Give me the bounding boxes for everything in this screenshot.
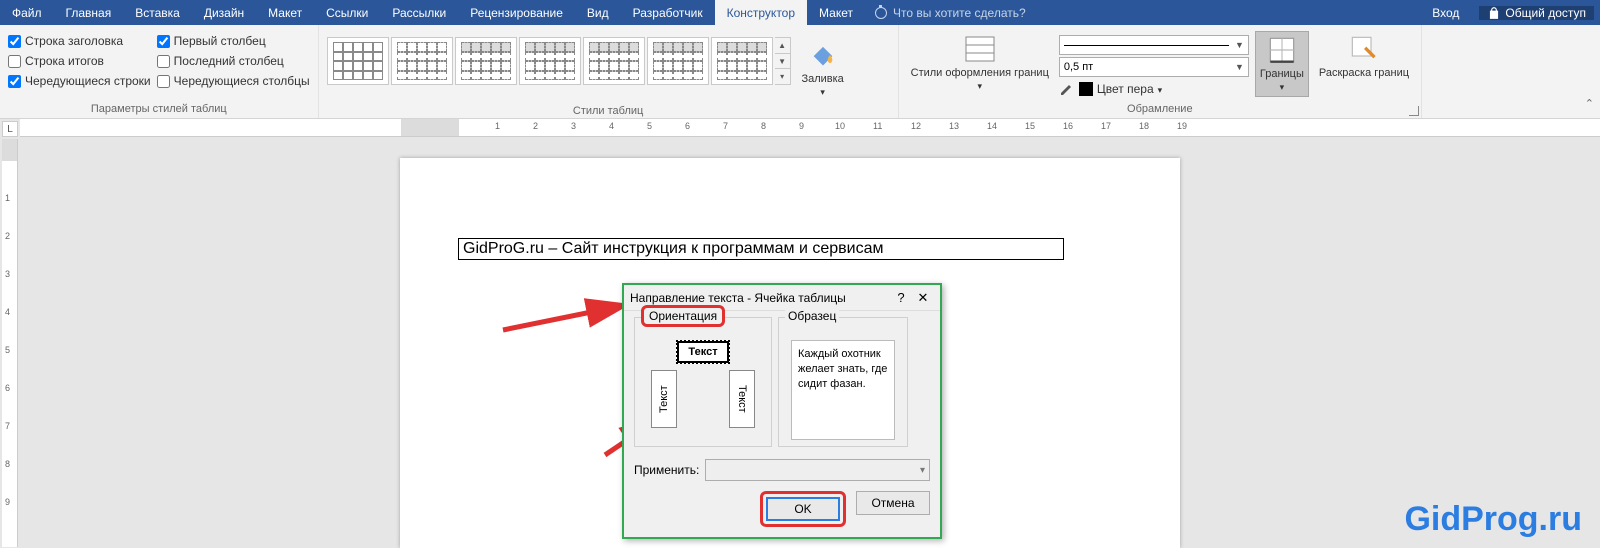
chk-header-row[interactable]: Строка заголовка [8, 31, 151, 51]
line-style-combo[interactable]: ▼ [1059, 35, 1249, 55]
dialog-title: Направление текста - Ячейка таблицы [630, 291, 890, 305]
tell-me-placeholder: Что вы хотите сделать? [893, 6, 1026, 20]
lightbulb-icon [875, 7, 887, 19]
sample-legend: Образец [785, 309, 839, 323]
text-direction-dialog: Направление текста - Ячейка таблицы ? ✕ … [622, 283, 942, 539]
group-table-styles: ▲▼▾ Заливка Стили таблиц [319, 25, 899, 118]
group-label-styles: Стили таблиц [327, 103, 890, 120]
orientation-vertical-up[interactable]: Текст [651, 370, 677, 428]
tab-layout-1[interactable]: Макет [256, 0, 314, 25]
share-label: Общий доступ [1505, 6, 1586, 20]
watermark: GidProg.ru [1404, 500, 1582, 539]
share-icon [1487, 6, 1501, 20]
dialog-close-button[interactable]: ✕ [912, 290, 934, 306]
border-styles-button[interactable]: Стили оформления границ [907, 31, 1053, 97]
shading-button[interactable]: Заливка [797, 37, 849, 103]
cancel-button[interactable]: Отмена [856, 491, 930, 515]
tell-me[interactable]: Что вы хотите сделать? [865, 0, 1420, 25]
borders-button[interactable]: Границы [1255, 31, 1309, 97]
ok-button[interactable]: OK [766, 497, 840, 521]
apply-to-label: Применить: [634, 463, 699, 477]
chk-total-row[interactable]: Строка итогов [8, 51, 151, 71]
sign-in[interactable]: Вход [1420, 6, 1471, 20]
tab-table-design[interactable]: Конструктор [715, 0, 807, 25]
table-style-7[interactable] [711, 37, 773, 85]
vertical-ruler[interactable]: 123456789 [2, 139, 18, 547]
orientation-legend: Ориентация [641, 305, 725, 327]
ribbon: Строка заголовка Строка итогов Чередующи… [0, 25, 1600, 119]
ruler-corner[interactable]: L [2, 121, 18, 137]
table-styles-gallery[interactable]: ▲▼▾ [327, 37, 791, 85]
cell-text: GidProG.ru – Сайт инструкция к программа… [463, 240, 883, 258]
table-style-4[interactable] [519, 37, 581, 85]
line-style-preview [1064, 45, 1229, 46]
table-style-5[interactable] [583, 37, 645, 85]
borders-dialog-launcher[interactable] [1409, 106, 1419, 116]
table-cell[interactable]: GidProG.ru – Сайт инструкция к программа… [458, 238, 1064, 260]
chk-first-col[interactable]: Первый столбец [157, 31, 310, 51]
sample-fieldset: Образец Каждый охотник желает знать, где… [778, 317, 908, 447]
pen-icon [1059, 81, 1075, 97]
collapse-ribbon-icon[interactable]: ⌃ [1585, 97, 1594, 110]
line-weight-combo[interactable]: 0,5 пт▼ [1059, 57, 1249, 77]
sample-preview: Каждый охотник желает знать, где сидит ф… [791, 340, 895, 440]
group-label-borders: Обрамление [907, 101, 1413, 118]
apply-to-select[interactable]: ▾ [705, 459, 930, 481]
tab-developer[interactable]: Разработчик [621, 0, 715, 25]
ok-highlight: OK [760, 491, 846, 527]
orientation-fieldset: Ориентация Текст Текст Текст [634, 317, 772, 447]
group-label-options: Параметры стилей таблиц [8, 101, 310, 118]
paint-bucket-icon [807, 39, 839, 71]
share-button[interactable]: Общий доступ [1479, 6, 1594, 20]
dialog-help-button[interactable]: ? [890, 290, 912, 305]
tab-review[interactable]: Рецензирование [458, 0, 575, 25]
tab-references[interactable]: Ссылки [314, 0, 380, 25]
chk-banded-cols[interactable]: Чередующиеся столбцы [157, 71, 310, 91]
border-painter-icon [1348, 33, 1380, 65]
table-style-1[interactable] [327, 37, 389, 85]
border-styles-icon [964, 33, 996, 65]
borders-icon [1266, 34, 1298, 66]
tab-home[interactable]: Главная [54, 0, 124, 25]
table-style-3[interactable] [455, 37, 517, 85]
table-styles-more[interactable]: ▲▼▾ [775, 37, 791, 85]
orientation-vertical-down[interactable]: Текст [729, 370, 755, 428]
pen-color-button[interactable]: Цвет пера [1059, 79, 1249, 99]
horizontal-ruler[interactable]: 12345678910111213141516171819 [20, 119, 1600, 137]
group-borders: Стили оформления границ ▼ 0,5 пт▼ Цвет п… [899, 25, 1422, 118]
orientation-horizontal[interactable]: Текст [676, 340, 730, 364]
tab-file[interactable]: Файл [0, 0, 54, 25]
tabs-bar: Файл Главная Вставка Дизайн Макет Ссылки… [0, 0, 1600, 25]
tab-mailings[interactable]: Рассылки [380, 0, 458, 25]
chk-last-col[interactable]: Последний столбец [157, 51, 310, 71]
chk-banded-rows[interactable]: Чередующиеся строки [8, 71, 151, 91]
tab-view[interactable]: Вид [575, 0, 621, 25]
group-table-style-options: Строка заголовка Строка итогов Чередующи… [0, 25, 319, 118]
tab-insert[interactable]: Вставка [123, 0, 192, 25]
tab-design[interactable]: Дизайн [192, 0, 256, 25]
pen-color-swatch [1079, 82, 1093, 96]
tab-layout-2[interactable]: Макет [807, 0, 865, 25]
table-style-6[interactable] [647, 37, 709, 85]
border-painter-button[interactable]: Раскраска границ [1315, 31, 1413, 97]
table-style-2[interactable] [391, 37, 453, 85]
